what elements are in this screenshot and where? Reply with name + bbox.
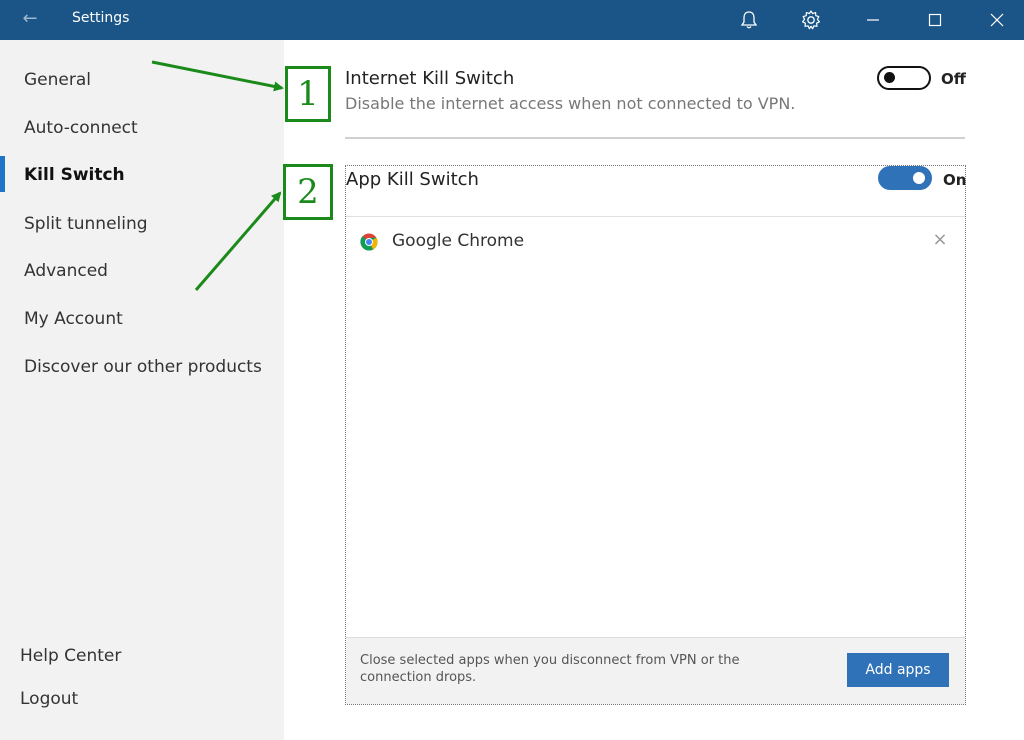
sidebar-item-help-center[interactable]: Help Center xyxy=(20,646,121,666)
sidebar-item-logout[interactable]: Logout xyxy=(20,689,78,709)
app-kill-switch-panel: App Kill Switch On Google Chrome × Close… xyxy=(345,165,966,705)
internet-kill-switch-toggle[interactable] xyxy=(877,66,931,90)
window-title: Settings xyxy=(72,10,130,26)
minimize-icon[interactable] xyxy=(858,6,888,34)
chrome-icon xyxy=(360,233,378,251)
internet-kill-switch-title: Internet Kill Switch xyxy=(345,68,515,89)
sidebar-item-split-tunneling[interactable]: Split tunneling xyxy=(24,214,148,234)
app-name: Google Chrome xyxy=(392,231,525,251)
annotation-label-2: 2 xyxy=(283,164,333,220)
close-icon[interactable] xyxy=(982,6,1012,34)
remove-app-close-icon[interactable]: × xyxy=(930,230,950,250)
sidebar-item-general[interactable]: General xyxy=(24,70,91,90)
active-nav-indicator xyxy=(0,156,5,192)
sidebar: General Auto-connect Kill Switch Split t… xyxy=(0,40,284,740)
back-arrow-icon[interactable]: ← xyxy=(14,8,46,32)
sidebar-item-advanced[interactable]: Advanced xyxy=(24,261,108,281)
sidebar-item-my-account[interactable]: My Account xyxy=(24,309,123,329)
sidebar-item-auto-connect[interactable]: Auto-connect xyxy=(24,118,138,138)
internet-kill-switch-state: Off xyxy=(941,70,966,88)
internet-kill-switch-description: Disable the internet access when not con… xyxy=(345,94,796,113)
toggle-knob xyxy=(884,72,895,83)
app-kill-switch-footer: Close selected apps when you disconnect … xyxy=(346,637,965,704)
list-item[interactable]: Google Chrome × xyxy=(360,230,950,254)
footer-description: Close selected apps when you disconnect … xyxy=(360,653,740,685)
app-kill-switch-state: On xyxy=(943,171,967,189)
app-kill-switch-title: App Kill Switch xyxy=(346,169,479,190)
sidebar-item-discover-products[interactable]: Discover our other products xyxy=(24,357,262,377)
add-apps-button[interactable]: Add apps xyxy=(847,653,949,687)
toggle-knob xyxy=(913,172,925,184)
gear-icon[interactable] xyxy=(796,6,826,34)
bell-icon[interactable] xyxy=(734,6,764,34)
annotation-label-1: 1 xyxy=(285,66,331,122)
maximize-icon[interactable] xyxy=(920,6,950,34)
sidebar-item-kill-switch[interactable]: Kill Switch xyxy=(24,165,125,185)
section-divider xyxy=(345,137,965,139)
app-list-separator xyxy=(346,216,965,217)
main-content: Internet Kill Switch Disable the interne… xyxy=(284,40,1024,740)
app-kill-switch-toggle[interactable] xyxy=(878,166,932,190)
title-bar: ← Settings xyxy=(0,0,1024,40)
